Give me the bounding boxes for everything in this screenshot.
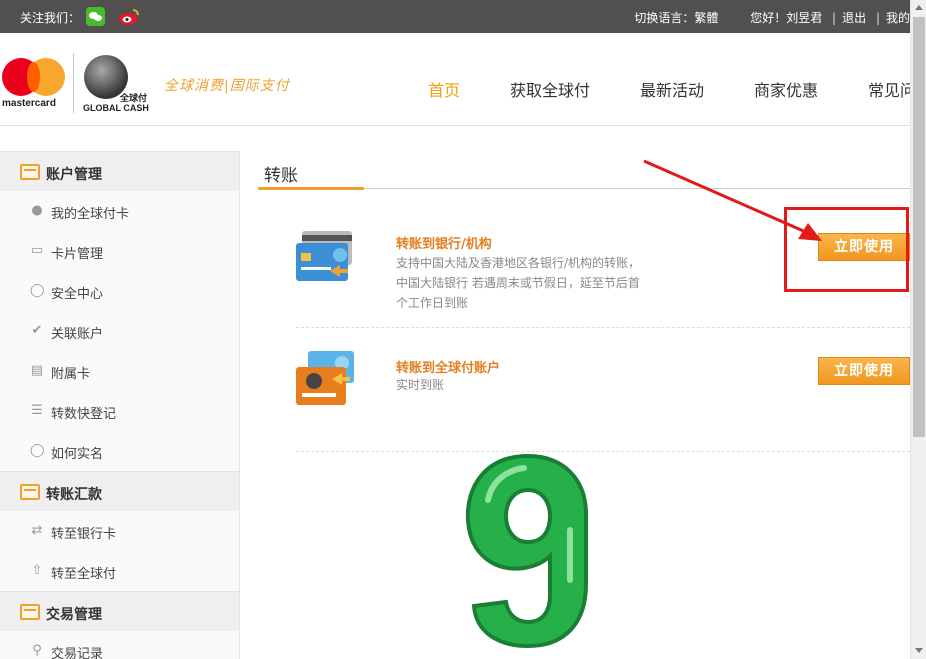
page-title: 转账 bbox=[264, 166, 298, 186]
scroll-down-icon[interactable] bbox=[915, 648, 923, 653]
sidebar-item-realname[interactable]: ◯ 如何实名 bbox=[0, 431, 239, 471]
nav-get-global-cash[interactable]: 获取全球付 bbox=[510, 77, 590, 101]
nav-faq[interactable]: 常见问 bbox=[868, 77, 916, 101]
section-label: 账户管理 bbox=[46, 167, 102, 183]
sidebar-item-card-manage[interactable]: ▭ 卡片管理 bbox=[0, 231, 239, 271]
nav-latest-activities[interactable]: 最新活动 bbox=[640, 77, 704, 101]
greeting: 您好！刘昱君 bbox=[750, 11, 823, 25]
mastercard-logo[interactable]: mastercard bbox=[2, 58, 68, 128]
global-cash-card-icon bbox=[296, 351, 354, 405]
search-icon: ⚲ bbox=[32, 643, 42, 658]
item-label: 附属卡 bbox=[51, 367, 91, 382]
sidebar-item-to-bank[interactable]: ⇄ 转至银行卡 bbox=[0, 511, 239, 551]
top-bar: 关注我们： 切换语言：繁體 您好！刘昱君 | 退出 | 我的 bbox=[0, 0, 910, 33]
item-label: 卡片管理 bbox=[51, 247, 104, 262]
follow-us-label: 关注我们： bbox=[20, 11, 81, 25]
separator: | bbox=[832, 11, 837, 25]
title-accent-bar bbox=[258, 187, 364, 190]
document-icon: ☰ bbox=[31, 403, 43, 418]
mastercard-text: mastercard bbox=[2, 98, 56, 109]
section-label: 交易管理 bbox=[46, 607, 102, 623]
item-label: 如何实名 bbox=[51, 447, 104, 462]
bank-card-icon bbox=[296, 231, 352, 281]
slogan: 全球消费|国际支付 bbox=[164, 78, 290, 94]
green-number-nine-sticker bbox=[465, 453, 588, 649]
card-divider bbox=[296, 451, 910, 452]
shield-icon: ◯ bbox=[30, 283, 45, 298]
nav-home[interactable]: 首页 bbox=[428, 77, 460, 101]
sidebar-item-sub-card[interactable]: ▤ 附属卡 bbox=[0, 351, 239, 391]
vertical-scrollbar[interactable] bbox=[910, 0, 926, 659]
global-cash-en: GLOBAL CASH bbox=[83, 103, 149, 113]
check-circle-icon: ✔ bbox=[31, 323, 43, 338]
sidebar-item-to-global-cash[interactable]: ⇧ 转至全球付 bbox=[0, 551, 239, 591]
section-label: 转账汇款 bbox=[46, 487, 102, 503]
card-icon: ▭ bbox=[30, 243, 44, 258]
id-shield-icon: ◯ bbox=[30, 443, 45, 458]
separator: | bbox=[875, 11, 880, 25]
item-label: 安全中心 bbox=[51, 287, 104, 302]
sidebar-section-transfer[interactable]: 转账汇款 bbox=[0, 471, 239, 511]
card-description: 支持中国大陆及香港地区各银行/机构的转账，中国大陆银行 若遇周末或节假日，延至节… bbox=[396, 256, 641, 310]
language-option[interactable]: 繁體 bbox=[694, 11, 718, 25]
scroll-thumb[interactable] bbox=[913, 17, 925, 437]
upload-icon: ⇧ bbox=[31, 563, 43, 578]
card-outline-icon: ▤ bbox=[30, 363, 44, 378]
my-account-link[interactable]: 我的 bbox=[886, 11, 910, 25]
sidebar-item-transaction-records[interactable]: ⚲ 交易记录 bbox=[0, 631, 239, 659]
card-description: 实时到账 bbox=[396, 378, 445, 392]
item-label: 转至全球付 bbox=[51, 567, 117, 582]
logo-divider bbox=[73, 53, 74, 113]
use-now-button[interactable]: 立即使用 bbox=[818, 357, 910, 385]
nav-merchant-offers[interactable]: 商家优惠 bbox=[754, 77, 818, 101]
sidebar-item-linked-accounts[interactable]: ✔ 关联账户 bbox=[0, 311, 239, 351]
sidebar-section-transactions[interactable]: 交易管理 bbox=[0, 591, 239, 631]
site-header: mastercard 全球付 GLOBAL CASH 全球消费|国际支付 首页 … bbox=[0, 33, 916, 128]
sidebar-item-my-card[interactable]: ● 我的全球付卡 bbox=[0, 191, 239, 231]
swap-icon: ⇄ bbox=[31, 523, 43, 538]
transfer-upload-icon bbox=[20, 484, 40, 500]
sidebar-item-security[interactable]: ◯ 安全中心 bbox=[0, 271, 239, 311]
card-title: 转账到银行/机构 bbox=[396, 237, 492, 252]
card-title: 转账到全球付账户 bbox=[396, 361, 501, 376]
logout-link[interactable]: 退出 bbox=[842, 11, 866, 25]
chart-icon bbox=[20, 604, 40, 620]
scroll-up-icon[interactable] bbox=[915, 5, 923, 10]
weibo-icon[interactable] bbox=[118, 7, 140, 26]
item-label: 我的全球付卡 bbox=[51, 207, 130, 222]
user-links: 切换语言：繁體 您好！刘昱君 | 退出 | 我的 bbox=[628, 9, 910, 26]
sidebar-item-fps-register[interactable]: ☰ 转数快登记 bbox=[0, 391, 239, 431]
item-label: 转至银行卡 bbox=[51, 527, 117, 542]
user-icon: ● bbox=[31, 203, 43, 218]
item-label: 转数快登记 bbox=[51, 407, 117, 422]
language-label: 切换语言： bbox=[634, 11, 695, 25]
item-label: 交易记录 bbox=[51, 647, 104, 659]
item-label: 关联账户 bbox=[51, 327, 104, 342]
wechat-icon[interactable] bbox=[86, 7, 105, 26]
red-highlight-box bbox=[784, 207, 909, 292]
sidebar-section-account[interactable]: 账户管理 bbox=[0, 151, 239, 191]
account-card-icon bbox=[20, 164, 40, 180]
card-divider bbox=[296, 327, 910, 328]
global-cash-logo[interactable]: 全球付 GLOBAL CASH bbox=[80, 53, 152, 123]
sidebar: 账户管理 ● 我的全球付卡 ▭ 卡片管理 ◯ 安全中心 ✔ 关联账户 ▤ 附属卡 ☰ 转数快… bbox=[0, 151, 240, 659]
